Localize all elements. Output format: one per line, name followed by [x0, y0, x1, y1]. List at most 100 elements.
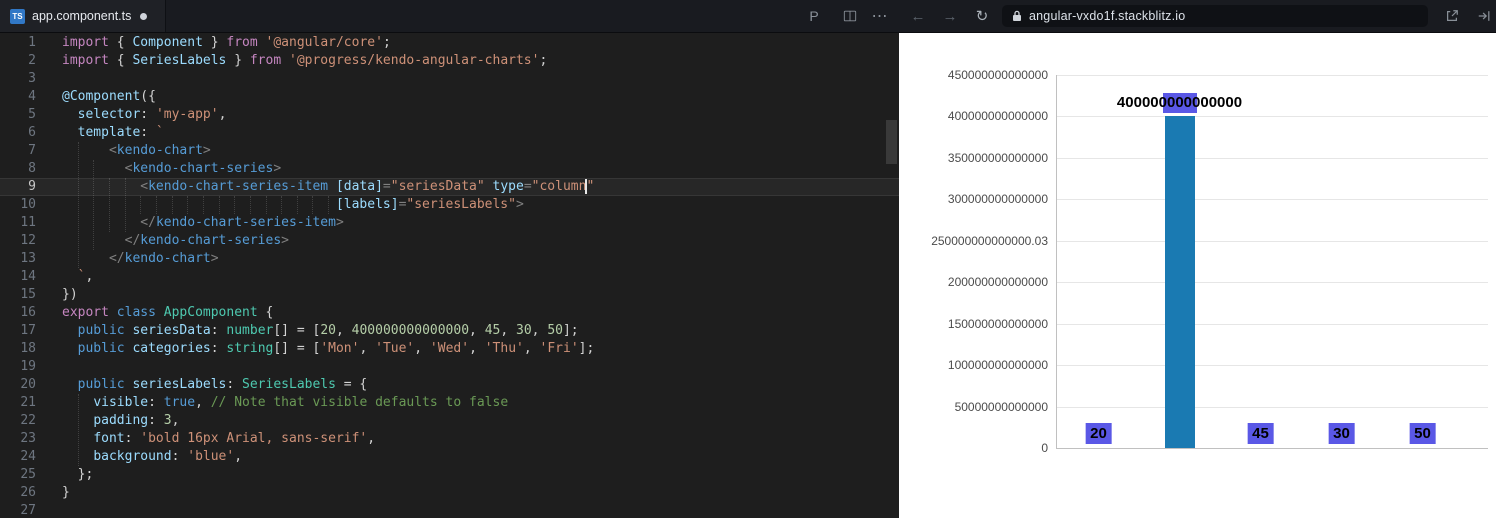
- gridline: [1056, 365, 1488, 367]
- tab-title: app.component.ts: [32, 9, 132, 23]
- open-preview-button[interactable]: [1470, 0, 1496, 32]
- code-line[interactable]: 20 public seriesLabels: SeriesLabels = {: [0, 376, 899, 394]
- code-text: <kendo-chart-series-item [data]="seriesD…: [140, 179, 595, 194]
- split-editor-button[interactable]: [836, 0, 864, 32]
- open-in-right-icon: [1478, 11, 1490, 21]
- code-line[interactable]: 14 `,: [0, 268, 899, 286]
- line-number: 6: [28, 125, 36, 140]
- line-number: 1: [28, 35, 36, 50]
- line-number: 21: [20, 395, 36, 410]
- gridline: [1056, 199, 1488, 201]
- code-line[interactable]: 11 </kendo-chart-series-item>: [0, 214, 899, 232]
- y-axis-label: 450000000000000: [947, 68, 1048, 82]
- code-line[interactable]: 27: [0, 502, 899, 518]
- code-line[interactable]: 21 visible: true, // Note that visible d…: [0, 394, 899, 412]
- code-line[interactable]: 13 </kendo-chart>: [0, 250, 899, 268]
- topbar: TS app.component.ts P ⋯ ← → ↻ angular-vx…: [0, 0, 1496, 32]
- line-number: 7: [28, 143, 36, 158]
- code-line[interactable]: 3: [0, 70, 899, 88]
- chart-series-label: 20: [1085, 423, 1112, 444]
- y-axis-label: 0: [1041, 441, 1048, 455]
- code-line[interactable]: 25 };: [0, 466, 899, 484]
- line-number: 12: [20, 233, 36, 248]
- split-editor-icon: [843, 10, 857, 22]
- y-axis-label: 150000000000000: [947, 316, 1048, 331]
- nav-forward-button[interactable]: →: [936, 0, 964, 32]
- line-number: 11: [20, 215, 36, 230]
- code-line[interactable]: 1 import { Component } from '@angular/cor…: [0, 34, 899, 52]
- gridline: [1056, 116, 1488, 118]
- code-line[interactable]: 6 template: `: [0, 124, 899, 142]
- prettier-button[interactable]: P: [800, 0, 828, 32]
- code-text: import { SeriesLabels } from '@progress/…: [62, 53, 548, 68]
- editor-scrollbar[interactable]: [886, 120, 897, 164]
- chart-series-label: 30: [1328, 423, 1355, 444]
- y-axis-label: 100000000000000: [947, 358, 1048, 373]
- open-external-button[interactable]: [1438, 0, 1466, 32]
- y-axis-line: [1056, 75, 1057, 448]
- line-number: 24: [20, 449, 36, 464]
- code-line[interactable]: 4 @Component({: [0, 88, 899, 106]
- y-axis-label: 250000000000000.03: [931, 233, 1048, 248]
- line-number: 17: [20, 323, 36, 338]
- code-line[interactable]: 5 selector: 'my-app',: [0, 106, 899, 124]
- y-axis-label: 300000000000000: [947, 192, 1048, 207]
- code-text: </kendo-chart-series-item>: [140, 215, 344, 230]
- code-line[interactable]: 8 <kendo-chart-series>: [0, 160, 899, 178]
- code-line[interactable]: 9 <kendo-chart-series-item [data]="serie…: [0, 178, 899, 196]
- line-number: 26: [20, 485, 36, 500]
- chart: 450000000000000 400000000000000 3500000000…: [899, 32, 1496, 518]
- code-line[interactable]: 15}): [0, 286, 899, 304]
- chart-series-label: 45: [1247, 423, 1274, 444]
- more-actions-button[interactable]: ⋯: [866, 0, 894, 32]
- code-line[interactable]: 16 export class AppComponent {: [0, 304, 899, 322]
- line-number: 10: [20, 197, 36, 212]
- code-line[interactable]: 18 public categories: string[] = ['Mon',…: [0, 340, 899, 358]
- line-number: 9: [28, 179, 36, 194]
- line-number: 19: [20, 359, 36, 374]
- gridline: [1056, 157, 1488, 159]
- url-bar[interactable]: angular-vxdo1f.stackblitz.io: [1002, 5, 1428, 27]
- code-text: public categories: string[] = ['Mon', 'T…: [77, 341, 595, 356]
- code-text: </kendo-chart-series>: [124, 233, 289, 248]
- unsaved-changes-dot[interactable]: [140, 12, 148, 20]
- code-line[interactable]: 26}: [0, 484, 899, 502]
- code-text: export class AppComponent {: [62, 305, 274, 320]
- lock-icon: [1012, 10, 1022, 22]
- gridline: [1056, 323, 1488, 325]
- code-text: template: `: [77, 125, 164, 140]
- code-lines: 1 import { Component } from '@angular/cor…: [0, 34, 899, 518]
- line-number: 5: [28, 107, 36, 122]
- y-axis-label: 400000000000000: [947, 109, 1048, 124]
- typescript-file-icon: TS: [10, 8, 25, 24]
- code-text: <kendo-chart>: [108, 143, 211, 158]
- code-line[interactable]: 24 background: 'blue',: [0, 448, 899, 466]
- y-axis-label: 350000000000000: [947, 150, 1048, 165]
- nav-back-button[interactable]: ←: [904, 0, 932, 32]
- code-text: import { Component } from '@angular/core…: [62, 35, 391, 50]
- editor-tab[interactable]: TS app.component.ts: [0, 0, 166, 32]
- code-text: background: 'blue',: [93, 449, 243, 464]
- code-text: [labels]="seriesLabels">: [335, 197, 524, 212]
- external-link-icon: [1447, 10, 1458, 21]
- line-number: 3: [28, 71, 36, 86]
- code-line[interactable]: 10 [labels]="seriesLabels">: [0, 196, 899, 214]
- code-editor[interactable]: 1 import { Component } from '@angular/cor…: [0, 32, 899, 518]
- reload-button[interactable]: ↻: [968, 0, 996, 32]
- code-line[interactable]: 12 </kendo-chart-series>: [0, 232, 899, 250]
- code-line[interactable]: 2 import { SeriesLabels } from '@progress…: [0, 52, 899, 70]
- code-line[interactable]: 7 <kendo-chart>: [0, 142, 899, 160]
- code-line[interactable]: 19: [0, 358, 899, 376]
- line-number: 2: [28, 53, 36, 68]
- chart-series-label: 50: [1409, 423, 1436, 444]
- code-line[interactable]: 23 font: 'bold 16px Arial, sans-serif',: [0, 430, 899, 448]
- gridline: [1056, 75, 1488, 76]
- code-text: public seriesLabels: SeriesLabels = {: [77, 377, 368, 392]
- app-window: TS app.component.ts P ⋯ ← → ↻ angular-vx…: [0, 0, 1496, 518]
- line-number: 23: [20, 431, 36, 446]
- code-line[interactable]: 22 padding: 3,: [0, 412, 899, 430]
- line-number: 14: [20, 269, 36, 284]
- code-text: }): [62, 287, 78, 302]
- label-text: 400000000000000: [1116, 94, 1243, 112]
- code-line[interactable]: 17 public seriesData: number[] = [20, 40…: [0, 322, 899, 340]
